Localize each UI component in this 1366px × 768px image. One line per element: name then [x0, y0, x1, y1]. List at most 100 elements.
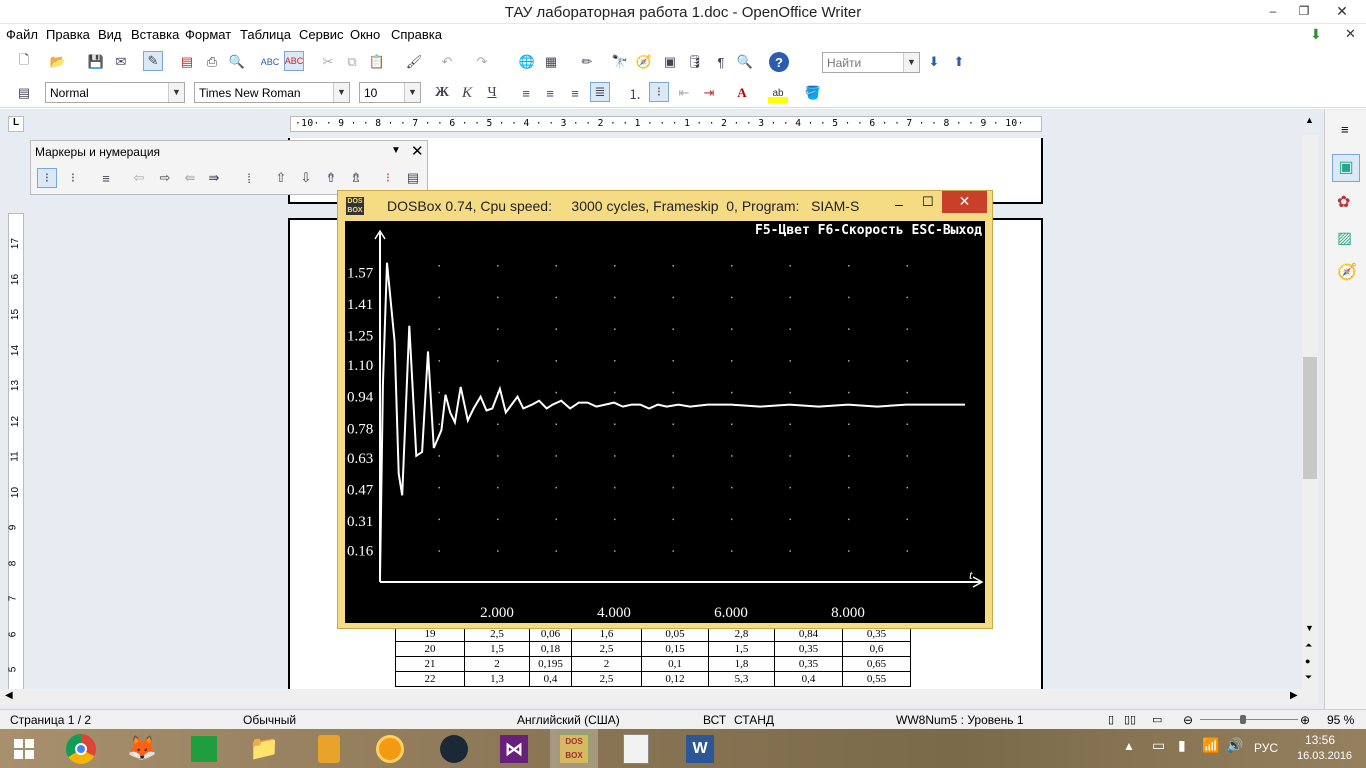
zoom-level[interactable]: 95 %: [1327, 713, 1354, 727]
taskbar-app-orange[interactable]: [366, 729, 414, 768]
taskbar-explorer[interactable]: 📁: [240, 729, 288, 768]
table-cell[interactable]: 0,1: [641, 656, 709, 672]
chevron-down-icon[interactable]: ▼: [168, 83, 184, 102]
layout-double-icon[interactable]: ▯▯: [1124, 713, 1136, 726]
menu-edit[interactable]: Правка: [46, 27, 90, 42]
table-cell[interactable]: 0,195: [529, 656, 572, 672]
table-cell[interactable]: 20: [395, 641, 465, 657]
page-style[interactable]: Обычный: [243, 713, 296, 727]
dosbox-window[interactable]: DOS BOX DOSBox 0.74, Cpu speed: 3000 cycl…: [337, 190, 993, 629]
demote-with-sub-icon[interactable]: ⇛: [204, 168, 224, 188]
scroll-right-icon[interactable]: ▶: [1290, 690, 1298, 701]
page-indicator[interactable]: Страница 1 / 2: [10, 713, 91, 727]
insert-mode[interactable]: ВСТ: [703, 713, 726, 727]
font-size-select[interactable]: 10 ▼: [359, 82, 421, 103]
scroll-down-icon[interactable]: ▼: [1305, 623, 1314, 633]
dosbox-screen[interactable]: F5-Цвет F6-Скорость ESC-Выход t 1.57 1.41 1.…: [345, 221, 985, 623]
spellcheck-icon[interactable]: ABC: [260, 52, 280, 72]
clone-format-icon[interactable]: 🖌: [404, 52, 424, 72]
new-document-icon[interactable]: 🗋: [14, 52, 34, 72]
zoom-in-icon[interactable]: ⊕: [1300, 713, 1310, 727]
navigator-icon[interactable]: 🧭: [1337, 262, 1357, 282]
help-icon[interactable]: ?: [769, 52, 789, 72]
show-draw-icon[interactable]: ✏: [577, 52, 597, 72]
gallery-icon[interactable]: ▨: [1337, 228, 1352, 248]
autospellcheck-icon[interactable]: ABC: [284, 51, 304, 71]
taskbar-visual-studio[interactable]: ⋈: [490, 729, 538, 768]
move-down-with-sub-icon[interactable]: ⇯: [346, 168, 366, 188]
table-cell[interactable]: 0,12: [641, 671, 709, 687]
action-center-icon[interactable]: ▭: [1152, 737, 1165, 754]
zoom-slider-handle[interactable]: [1240, 715, 1246, 724]
move-up-icon[interactable]: ⇧: [271, 168, 291, 188]
table-cell[interactable]: 22: [395, 671, 465, 687]
dosbox-maximize-button[interactable]: ☐: [922, 194, 934, 210]
table-cell[interactable]: 1,5: [464, 641, 530, 657]
bullets-icon[interactable]: ⁝: [649, 82, 669, 102]
vertical-scrollbar[interactable]: ▲ ▼ ⏶ ● ⏷: [1302, 115, 1318, 690]
taskbar-word[interactable]: W: [676, 729, 724, 768]
scroll-up-icon[interactable]: ▲: [1305, 115, 1314, 125]
chevron-down-icon[interactable]: ▼: [903, 53, 919, 72]
menu-view[interactable]: Вид: [98, 27, 122, 42]
menu-window[interactable]: Окно: [350, 27, 380, 42]
styles-formatting-icon[interactable]: ▤: [14, 83, 34, 103]
taskbar-openoffice[interactable]: [612, 729, 660, 768]
horizontal-scrollbar[interactable]: ◀ ▶: [0, 689, 1318, 705]
list-level-icon[interactable]: ≡: [96, 168, 116, 188]
table-cell[interactable]: 2: [571, 656, 642, 672]
navigator-icon[interactable]: 🧭: [634, 52, 654, 72]
hyperlink-icon[interactable]: 🌐: [517, 52, 537, 72]
layout-single-icon[interactable]: ▯: [1108, 713, 1114, 726]
table-cell[interactable]: 5,3: [708, 671, 775, 687]
taskbar-dosbox[interactable]: DOS BOX: [550, 729, 598, 768]
table-cell[interactable]: 0,15: [641, 641, 709, 657]
dosbox-close-button[interactable]: ✕: [942, 191, 987, 213]
find-previous-icon[interactable]: ⬆: [949, 52, 969, 72]
styles-icon[interactable]: ✿: [1337, 192, 1350, 212]
network-icon[interactable]: 📶: [1202, 737, 1219, 754]
battery-icon[interactable]: ▮: [1178, 737, 1186, 754]
menu-insert[interactable]: Вставка: [131, 27, 179, 42]
find-input[interactable]: Найти ▼: [822, 52, 920, 73]
data-sources-icon[interactable]: 🛢: [685, 52, 705, 72]
navigation-icon[interactable]: ●: [1305, 656, 1310, 666]
table-cell[interactable]: 0,6: [842, 641, 911, 657]
paste-icon[interactable]: 📋: [367, 52, 387, 72]
demote-level-icon[interactable]: ⇨: [155, 168, 175, 188]
menu-table[interactable]: Таблица: [240, 27, 291, 42]
next-page-icon[interactable]: ⏷: [1305, 672, 1312, 683]
align-center-icon[interactable]: ≡: [540, 83, 560, 103]
redo-icon[interactable]: ↷: [472, 52, 492, 72]
table-cell[interactable]: 0,35: [774, 656, 843, 672]
chevron-down-icon[interactable]: ▼: [333, 83, 349, 102]
table-icon[interactable]: ▦: [541, 52, 561, 72]
layout-book-icon[interactable]: ▭: [1152, 713, 1162, 726]
vertical-ruler[interactable]: 17 16 15 14 13 12 11 10 9 8 7 6 5: [7, 213, 24, 693]
font-color-icon[interactable]: A: [732, 83, 752, 103]
align-left-icon[interactable]: ≡: [516, 83, 536, 103]
table-cell[interactable]: 0,18: [529, 641, 572, 657]
print-preview-icon[interactable]: 🔍: [227, 52, 247, 72]
table-cell[interactable]: 1,5: [708, 641, 775, 657]
copy-icon[interactable]: ⧉: [342, 52, 362, 72]
numbering-off-icon[interactable]: ⁝: [63, 168, 83, 188]
menu-file[interactable]: Файл: [6, 27, 38, 42]
show-hidden-icons[interactable]: ▲: [1123, 739, 1135, 753]
align-right-icon[interactable]: ≡: [565, 83, 585, 103]
table-cell[interactable]: 0,35: [774, 641, 843, 657]
decrease-indent-icon[interactable]: ⇤: [674, 83, 694, 103]
insert-unnumbered-entry-icon[interactable]: ⁞: [239, 168, 259, 188]
clock-date[interactable]: 16.03.2016: [1297, 750, 1352, 762]
highlight-icon[interactable]: ab: [768, 83, 788, 103]
restart-numbering-icon[interactable]: ⁝: [378, 168, 398, 188]
numbering-icon[interactable]: ⒈: [625, 83, 645, 103]
minimize-button[interactable]: –: [1250, 0, 1296, 22]
table-cell[interactable]: 0,4: [529, 671, 572, 687]
taskbar-chrome[interactable]: [57, 729, 105, 768]
table-cell[interactable]: 21: [395, 656, 465, 672]
menu-help[interactable]: Справка: [391, 27, 442, 42]
properties-icon[interactable]: ▣: [1332, 154, 1360, 182]
justify-icon[interactable]: ≣: [590, 82, 610, 102]
bold-button[interactable]: Ж: [432, 83, 452, 103]
